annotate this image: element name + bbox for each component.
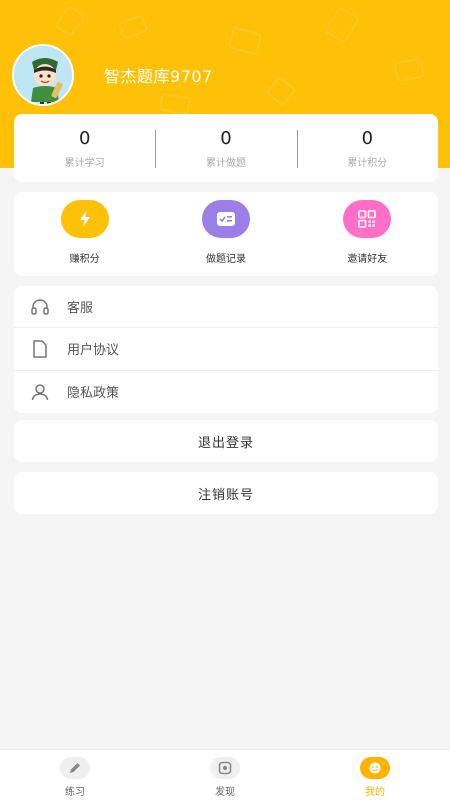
lightning-icon <box>60 200 109 238</box>
stat-value: 0 <box>78 127 91 149</box>
tab-label: 发现 <box>215 787 235 798</box>
username: 智杰题库9707 <box>104 67 213 86</box>
profile-header: 智杰题库9707 <box>12 44 213 106</box>
record-icon <box>201 200 250 238</box>
menu-item-user-agreement[interactable]: 用户协议 <box>14 328 438 371</box>
menu-item-privacy-policy[interactable]: 隐私政策 <box>14 371 438 413</box>
discover-icon <box>210 757 240 779</box>
avatar[interactable] <box>12 44 74 106</box>
pencil-icon <box>60 757 90 779</box>
tab-mine[interactable]: 我的 <box>300 750 450 800</box>
stat-label: 累计学习 <box>64 157 105 169</box>
invite-friends-button[interactable]: 邀请好友 <box>297 192 438 276</box>
logout-button[interactable]: 退出登录 <box>14 420 438 462</box>
tab-discover[interactable]: 发现 <box>150 750 300 800</box>
settings-menu: 客服 用户协议 隐私政策 <box>14 286 438 413</box>
cancel-account-button[interactable]: 注销账号 <box>14 472 438 514</box>
tab-label: 我的 <box>365 787 385 798</box>
stat-points[interactable]: 0 累计积分 <box>296 127 438 169</box>
action-label: 赚积分 <box>69 254 100 265</box>
practice-record-button[interactable]: 做题记录 <box>155 192 296 276</box>
stat-study[interactable]: 0 累计学习 <box>14 128 155 169</box>
quick-actions: 赚积分 做题记录 邀请好友 <box>14 192 438 276</box>
action-label: 做题记录 <box>205 254 246 265</box>
profile-icon <box>360 757 390 779</box>
qrcode-icon <box>343 200 392 238</box>
menu-label: 用户协议 <box>67 343 120 359</box>
menu-label: 隐私政策 <box>67 386 120 402</box>
stat-label: 累计积分 <box>347 157 388 169</box>
user-icon <box>30 382 50 402</box>
menu-label: 客服 <box>67 301 94 317</box>
earn-points-button[interactable]: 赚积分 <box>14 192 155 276</box>
menu-item-customer-service[interactable]: 客服 <box>14 286 438 329</box>
stat-questions[interactable]: 0 累计做题 <box>155 128 296 169</box>
headset-icon <box>30 297 50 317</box>
stat-value: 0 <box>220 127 232 149</box>
bottom-tab-bar: 练习 发现 我的 <box>0 749 450 800</box>
tab-practice[interactable]: 练习 <box>0 750 150 800</box>
stats-card: 0 累计学习 0 累计做题 0 累计积分 <box>14 114 438 182</box>
action-label: 邀请好友 <box>347 254 388 265</box>
stat-value: 0 <box>361 127 374 149</box>
stat-label: 累计做题 <box>205 157 246 169</box>
document-icon <box>30 339 50 359</box>
tab-label: 练习 <box>65 787 85 798</box>
